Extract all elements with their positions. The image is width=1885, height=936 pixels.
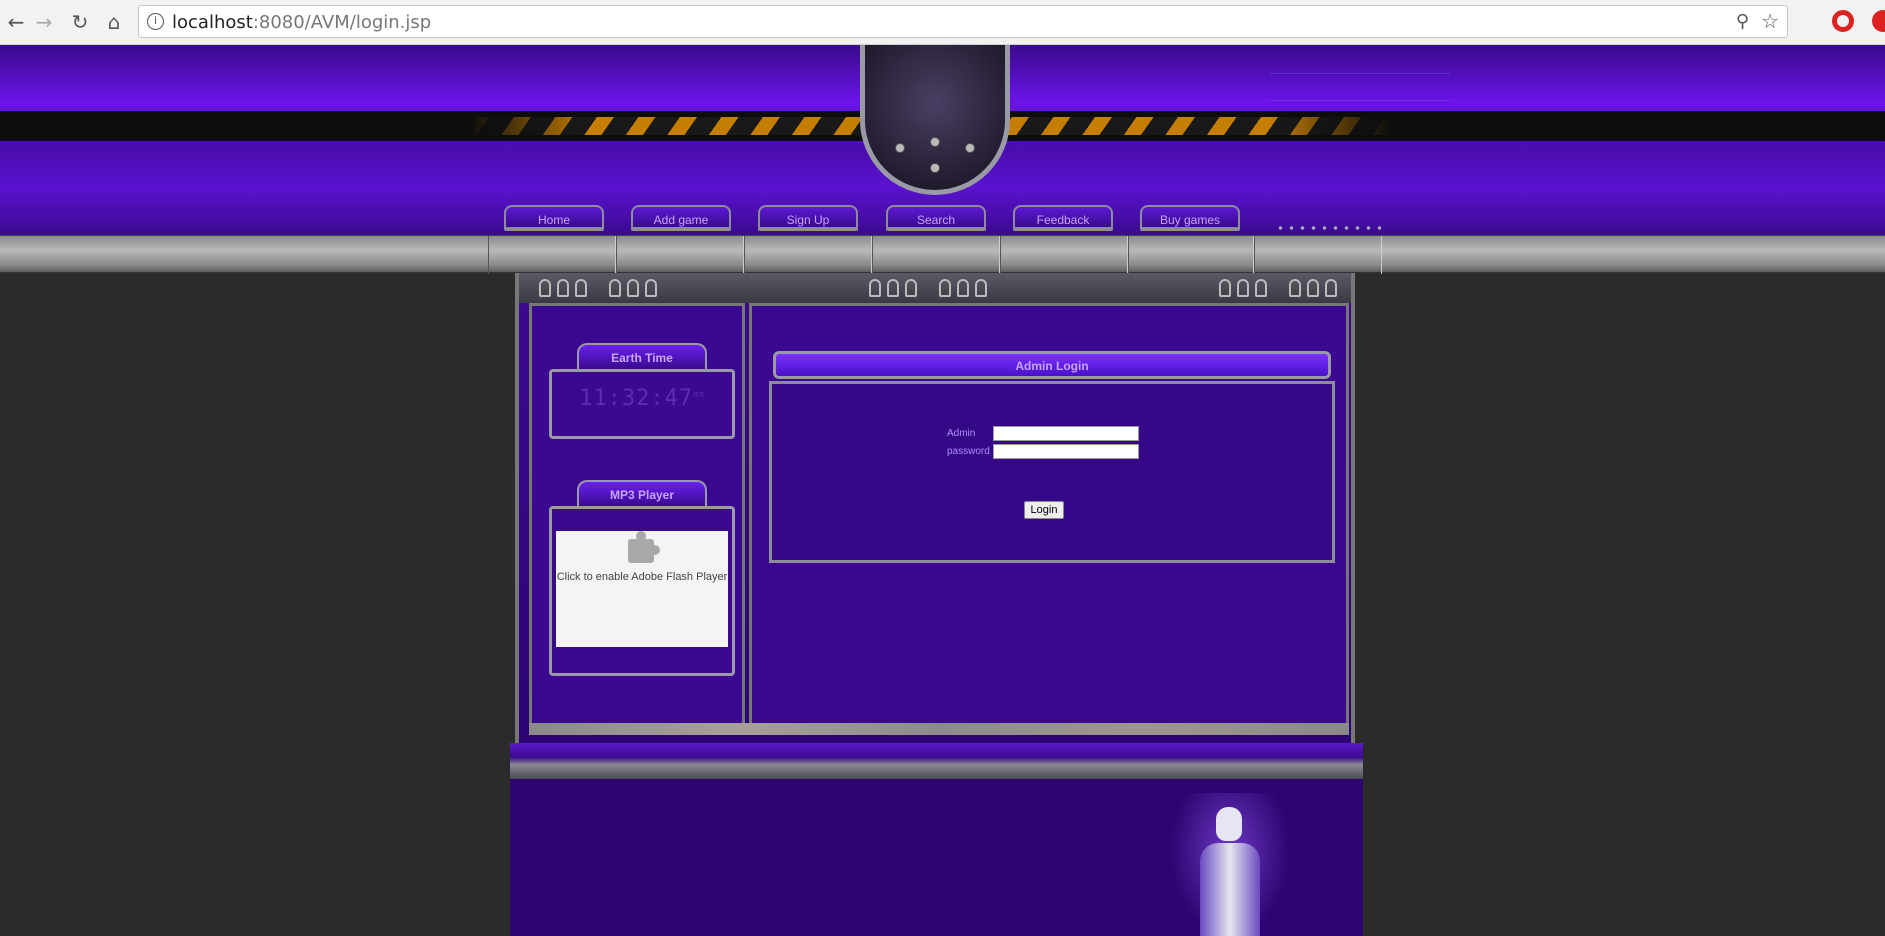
panel-top-frame [519,273,1351,303]
stone-ledge [529,723,1349,735]
back-arrow-icon[interactable]: ← [2,8,30,36]
clock-time: 11:32:47 [579,386,694,411]
url-host: localhost [172,12,253,33]
clock-body: 11:32:47am [549,369,735,439]
admin-login-title: Admin Login [773,351,1331,379]
hud-decoration [1270,73,1450,101]
password-label: password [947,445,990,457]
content-panel: Earth Time 11:32:47am MP3 Player Click t… [515,273,1355,743]
url-path: :8080/AVM/login.jsp [252,12,432,33]
info-icon[interactable]: i [147,13,164,30]
clock-display: 11:32:47am [552,372,732,411]
nav-sign-up[interactable]: Sign Up [758,205,858,231]
opera-icon[interactable] [1832,10,1854,32]
login-form: Admin password [947,424,1139,460]
admin-login-box: Admin Login Admin password Login [769,343,1335,563]
mp3-player-widget: MP3 Player Click to enable Adobe Flash P… [549,480,735,680]
shield-emblem [860,45,1010,195]
star-icon[interactable]: ☆ [1761,9,1779,33]
metal-bar [0,235,1885,274]
flash-message: Click to enable Adobe Flash Player [556,571,728,583]
nav-add-game[interactable]: Add game [631,205,731,231]
admin-login-body: Admin password Login [769,381,1335,563]
admin-input[interactable] [993,425,1139,441]
footer-rail [510,743,1363,779]
password-row: password [947,442,1139,460]
nav-search[interactable]: Search [886,205,986,231]
mp3-body: Click to enable Adobe Flash Player [549,506,735,676]
url-text[interactable]: localhost:8080/AVM/login.jsp [172,12,431,33]
flash-placeholder[interactable]: Click to enable Adobe Flash Player [556,531,728,647]
nav-buy-games[interactable]: Buy games [1140,205,1240,231]
dots-decoration [1275,225,1385,231]
earth-time-widget: Earth Time 11:32:47am [549,343,735,443]
password-input[interactable] [993,443,1139,459]
extension-icon[interactable] [1872,10,1885,32]
nav-feedback[interactable]: Feedback [1013,205,1113,231]
mp3-player-title: MP3 Player [577,480,707,506]
forward-arrow-icon[interactable]: → [30,8,58,36]
zoom-icon[interactable]: ⚲ [1736,11,1749,32]
earth-time-title: Earth Time [577,343,707,369]
admin-row: Admin [947,424,1139,442]
robot-illustration [1170,793,1290,936]
clock-ampm: am [693,389,705,399]
home-icon[interactable]: ⌂ [100,8,128,36]
site-footer [510,743,1363,936]
nav-home[interactable]: Home [504,205,604,231]
address-bar[interactable]: i localhost:8080/AVM/login.jsp ⚲ ☆ [138,5,1788,38]
login-button[interactable]: Login [1024,501,1064,519]
site-header: Home Add game Sign Up Search Feedback Bu… [0,45,1885,235]
plugin-puzzle-icon [624,531,660,565]
admin-label: Admin [947,427,976,439]
reload-icon[interactable]: ↻ [66,8,94,36]
browser-toolbar: ← → ↻ ⌂ i localhost:8080/AVM/login.jsp ⚲… [0,0,1885,45]
